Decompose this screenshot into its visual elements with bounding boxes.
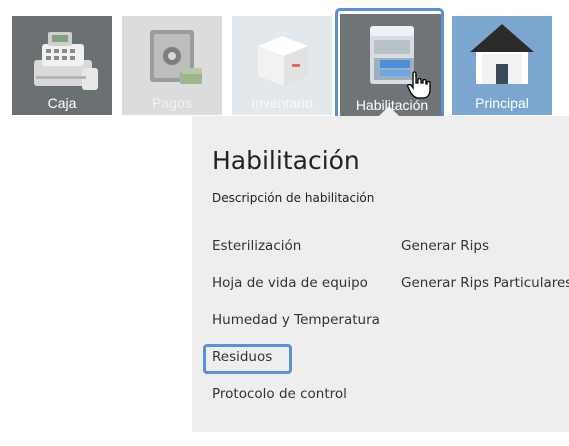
focused-item-outline: [203, 344, 292, 374]
box-icon: [258, 36, 308, 86]
menu-item-generar-rips-particulares[interactable]: Generar Rips Particulares: [401, 275, 569, 291]
tile-inventario-label: Inventario: [251, 95, 313, 111]
cash-register-icon: [34, 32, 98, 90]
tile-pagos-label: Pagos: [152, 95, 192, 111]
hand-cursor-icon: [407, 71, 431, 99]
panel-title: Habilitación: [212, 146, 360, 175]
tile-caja-label: Caja: [47, 95, 77, 111]
tile-pagos[interactable]: Pagos: [122, 16, 222, 115]
menu-item-generar-rips[interactable]: Generar Rips: [401, 238, 489, 254]
safe-icon: [150, 30, 202, 84]
tile-caja[interactable]: Caja: [12, 16, 112, 115]
habilitacion-panel: Habilitación Descripción de habilitación…: [192, 116, 569, 432]
tile-inventario[interactable]: Inventario: [232, 16, 332, 115]
tile-principal-label: Principal: [475, 95, 529, 111]
menu-item-esterilizacion[interactable]: Esterilización: [212, 238, 301, 254]
menu-item-hoja-de-vida[interactable]: Hoja de vida de equipo: [212, 275, 368, 291]
tile-principal[interactable]: Principal: [452, 16, 552, 115]
menu-item-protocolo-control[interactable]: Protocolo de control: [212, 386, 347, 402]
panel-description: Descripción de habilitación: [212, 191, 375, 205]
menu-item-humedad-temperatura[interactable]: Humedad y Temperatura: [212, 312, 380, 328]
house-icon: [470, 24, 534, 84]
panel-caret: [379, 106, 399, 116]
